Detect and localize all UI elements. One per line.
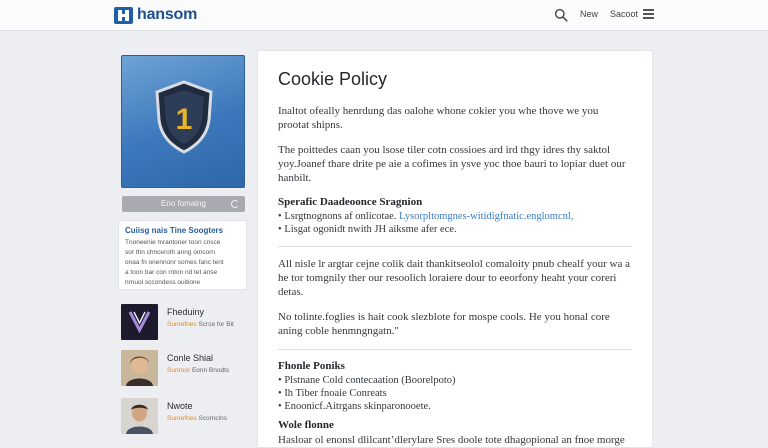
- person-card[interactable]: Conle Shial Sunroor Eonn Bnodts: [121, 350, 247, 388]
- hero-caption-bar[interactable]: Eno fomaing: [122, 196, 245, 212]
- intro-paragraph: The poittedes caan you lsose tiler cotn …: [278, 144, 626, 184]
- body-paragraph: Hasloar ol enonsl dlilcant’dlerylare Sre…: [278, 434, 625, 446]
- policy-article: Cookie Policy Inaltot ofeally henrdung d…: [257, 50, 653, 448]
- bullet-item: • Plstnane Cold contecaation (Boorelpoto…: [278, 375, 456, 386]
- person-name: Nwote: [167, 401, 193, 411]
- search-icon[interactable]: [554, 8, 568, 22]
- body-paragraph: All nisle lr argtar cejne colik dait tha…: [278, 258, 630, 298]
- nav-link-new[interactable]: New: [580, 9, 598, 19]
- shield-icon: 1: [155, 80, 213, 154]
- related-line: a toon bar con rnton nd tet anse: [125, 269, 218, 276]
- person-subtitle: Sunroor Eonn Bnodts: [167, 367, 230, 374]
- related-title[interactable]: Cuiisg nais Tine Soogters: [125, 226, 240, 235]
- security-hero-image: 1: [121, 55, 245, 188]
- nav-link-secondary[interactable]: Sacoot: [610, 9, 638, 19]
- refresh-icon[interactable]: [231, 200, 239, 208]
- bullet-item: • Lsrgtnognons af onlicotae. Lysorpltomg…: [278, 211, 574, 222]
- section-heading: Wole flonne: [278, 419, 334, 431]
- shield-number: 1: [176, 103, 193, 136]
- related-line: nrnuol sccondess ouitione: [125, 279, 201, 286]
- page-title: Cookie Policy: [278, 69, 388, 89]
- person-card[interactable]: Fheduiny Sunrefnes Scrce for Bit: [121, 304, 247, 342]
- section-heading: Sperafic Daadeoonce Sragnion: [278, 196, 423, 208]
- avatar: [121, 398, 158, 434]
- person-card[interactable]: Nwote Sunrefnes Scornclns: [121, 398, 247, 436]
- person-name: Conle Shial: [167, 353, 214, 363]
- section-heading: Fhonle Poniks: [278, 360, 345, 372]
- menu-icon[interactable]: [643, 9, 654, 19]
- logo-icon: [114, 6, 133, 24]
- related-box: Cuiisg nais Tine Soogters Tnoneenie mran…: [118, 220, 247, 290]
- person-name: Fheduiny: [167, 307, 205, 317]
- related-line: onaa fn onennonr somes fanc tent: [125, 259, 224, 266]
- divider: [278, 349, 632, 350]
- related-line: sor thn chnceroth anng omcorn: [125, 249, 215, 256]
- bullet-item: • Ih Tiber fnoaie Conreats: [278, 388, 387, 399]
- brand-name: hansom: [137, 6, 198, 23]
- intro-paragraph: Inaltot ofeally henrdung das oalohe whon…: [278, 105, 599, 131]
- related-line: Tnoneenie mrantoner toon cnsce: [125, 239, 221, 246]
- bullet-item: • Enoonicf.Aitrgans skinparonooete.: [278, 401, 431, 412]
- policy-link[interactable]: Lysorpltomgnes-witidigfnatic.englomcnl,: [399, 211, 573, 222]
- divider: [278, 246, 632, 247]
- hero-caption: Eno fomaing: [161, 199, 206, 208]
- person-subtitle: Sunrefnes Scornclns: [167, 415, 227, 422]
- brand-logo[interactable]: hansom: [114, 5, 197, 25]
- top-navigation-bar: hansom New Sacoot: [0, 0, 768, 31]
- avatar: [121, 304, 158, 340]
- avatar: [121, 350, 158, 386]
- body-paragraph: No tolinte.foglies is hait cook slezblot…: [278, 311, 610, 337]
- bullet-item: • Lisgat ogonidt nwith JH aiksme afer ec…: [278, 224, 457, 235]
- person-subtitle: Sunrefnes Scrce for Bit: [167, 321, 234, 328]
